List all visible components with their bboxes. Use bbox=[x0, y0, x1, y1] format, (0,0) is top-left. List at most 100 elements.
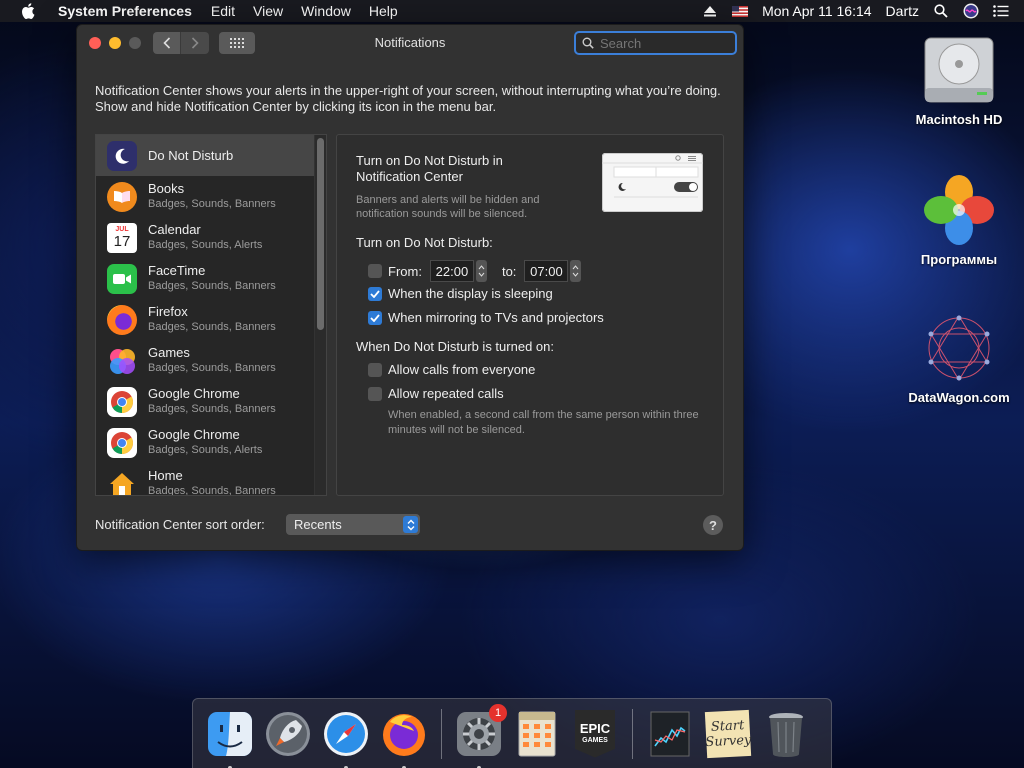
app-list[interactable]: Do Not Disturb Books Badges, Sounds, Ban… bbox=[95, 134, 327, 496]
epic-games-icon: EPIC GAMES bbox=[575, 709, 615, 758]
trash-icon bbox=[769, 712, 803, 757]
siri-icon[interactable] bbox=[962, 3, 980, 19]
menu-app-name[interactable]: System Preferences bbox=[48, 0, 202, 22]
dock-start-survey[interactable]: Start Survey bbox=[702, 708, 754, 760]
list-item-name: Calendar bbox=[148, 222, 201, 237]
repeated-calls-note: When enabled, a second call from the sam… bbox=[388, 409, 699, 436]
to-time-stepper[interactable] bbox=[570, 260, 582, 282]
list-item-name: Do Not Disturb bbox=[148, 147, 234, 163]
note-paper-icon: Start Survey bbox=[704, 709, 752, 758]
window-titlebar[interactable]: Notifications bbox=[77, 25, 743, 61]
dock-calculator-app[interactable] bbox=[511, 708, 563, 760]
dock-epic-games[interactable]: EPIC GAMES bbox=[569, 708, 621, 760]
books-icon bbox=[107, 181, 137, 212]
mirroring-label: When mirroring to TVs and projectors bbox=[388, 310, 604, 325]
dock-finder[interactable] bbox=[204, 708, 256, 768]
search-field[interactable] bbox=[574, 31, 737, 55]
to-time-field[interactable]: 07:00 bbox=[524, 260, 569, 282]
from-time-stepper[interactable] bbox=[475, 260, 487, 282]
display-sleeping-checkbox[interactable] bbox=[368, 286, 382, 301]
dock-stocks-document[interactable] bbox=[644, 708, 696, 760]
menu-user[interactable]: Dartz bbox=[879, 3, 926, 19]
list-item[interactable]: JUL 17 Calendar Badges, Sounds, Alerts bbox=[96, 217, 326, 258]
dock-launchpad[interactable] bbox=[262, 708, 314, 760]
list-item-subtitle: Badges, Sounds, Alerts bbox=[148, 444, 263, 456]
chevron-up-down-icon bbox=[403, 516, 418, 533]
dock-separator bbox=[441, 708, 442, 759]
list-item-name: Books bbox=[148, 181, 185, 196]
list-item-subtitle: Badges, Sounds, Banners bbox=[148, 198, 276, 210]
repeated-calls-checkbox[interactable] bbox=[368, 386, 382, 401]
dock-separator bbox=[632, 708, 633, 759]
menu-window[interactable]: Window bbox=[292, 0, 360, 22]
to-label: to: bbox=[501, 263, 517, 279]
allow-calls-row: Allow calls from everyone bbox=[368, 362, 535, 377]
games-icon bbox=[107, 346, 137, 376]
mirroring-checkbox[interactable] bbox=[368, 310, 382, 325]
launchpad-rocket-icon bbox=[266, 711, 310, 756]
list-item[interactable]: Home Badges, Sounds, Banners bbox=[96, 463, 326, 496]
list-item-name: FaceTime bbox=[148, 263, 206, 278]
from-time-field[interactable]: 22:00 bbox=[429, 260, 474, 282]
spotlight-search-icon[interactable] bbox=[932, 3, 950, 19]
list-item[interactable]: Games Badges, Sounds, Banners bbox=[96, 340, 326, 381]
sort-order-select[interactable]: Recents bbox=[286, 514, 420, 535]
desktop-icon-label: DataWagon.com bbox=[908, 390, 1010, 405]
when-on-label: When Do Not Disturb is turned on: bbox=[356, 339, 554, 354]
help-button[interactable]: ? bbox=[703, 515, 723, 535]
from-checkbox[interactable] bbox=[368, 264, 382, 278]
list-item[interactable]: Books Badges, Sounds, Banners bbox=[96, 176, 326, 217]
eject-icon[interactable] bbox=[701, 3, 719, 19]
menu-help[interactable]: Help bbox=[360, 0, 407, 22]
calendar-icon: JUL 17 bbox=[107, 222, 137, 253]
firefox-icon bbox=[107, 304, 137, 335]
list-item[interactable]: Firefox Badges, Sounds, Banners bbox=[96, 299, 326, 340]
list-item-name: Home bbox=[148, 468, 183, 483]
list-scroll-thumb[interactable] bbox=[317, 138, 324, 330]
list-item-subtitle: Badges, Sounds, Banners bbox=[148, 321, 276, 333]
allow-calls-checkbox[interactable] bbox=[368, 362, 382, 377]
display-sleeping-label: When the display is sleeping bbox=[388, 286, 553, 301]
desktop-icon-label: Macintosh HD bbox=[915, 112, 1003, 127]
list-item[interactable]: Google Chrome Badges, Sounds, Alerts bbox=[96, 422, 326, 463]
list-item-subtitle: Badges, Sounds, Alerts bbox=[148, 239, 263, 251]
schedule-row: From: 22:00 to: 07:00 bbox=[368, 260, 582, 282]
desktop-icon-label: Программы bbox=[920, 252, 998, 267]
desktop-icon-macintosh-hd[interactable]: Macintosh HD bbox=[904, 32, 1014, 127]
list-scrollbar[interactable] bbox=[314, 135, 326, 495]
firefox-icon bbox=[383, 713, 425, 756]
list-item-name: Firefox bbox=[148, 304, 188, 319]
list-item-name: Google Chrome bbox=[148, 427, 240, 442]
menu-view[interactable]: View bbox=[244, 0, 292, 22]
desktop-icon-programs[interactable]: Программы bbox=[904, 172, 1014, 267]
list-item[interactable]: FaceTime Badges, Sounds, Banners bbox=[96, 258, 326, 299]
dock-safari[interactable] bbox=[320, 708, 372, 768]
menu-edit[interactable]: Edit bbox=[202, 0, 244, 22]
dnd-heading: Turn on Do Not Disturb in Notification C… bbox=[356, 153, 503, 184]
search-input[interactable] bbox=[600, 35, 720, 51]
menu-clock[interactable]: Mon Apr 11 16:14 bbox=[755, 3, 878, 19]
notification-center-icon[interactable] bbox=[992, 3, 1010, 19]
dock-system-preferences[interactable]: 1 bbox=[453, 703, 507, 768]
survey-line-2: Survey bbox=[705, 732, 752, 750]
checkmark-icon bbox=[370, 313, 380, 322]
dock-trash[interactable] bbox=[760, 708, 812, 760]
home-icon bbox=[107, 469, 137, 496]
do-not-disturb-panel: Turn on Do Not Disturb in Notification C… bbox=[336, 134, 724, 496]
clover-app-icon bbox=[921, 172, 997, 248]
notifications-window: Notifications Notification Center shows … bbox=[76, 24, 744, 551]
dnd-description: Banners and alerts will be hidden and no… bbox=[356, 194, 540, 220]
list-item-subtitle: Badges, Sounds, Banners bbox=[148, 403, 276, 415]
display-sleeping-row: When the display is sleeping bbox=[368, 286, 553, 301]
us-flag-input-icon[interactable] bbox=[731, 3, 749, 19]
list-item-name: Google Chrome bbox=[148, 386, 240, 401]
chrome-icon bbox=[107, 427, 137, 458]
list-item[interactable]: Google Chrome Badges, Sounds, Banners bbox=[96, 381, 326, 422]
apple-menu-icon[interactable] bbox=[20, 3, 36, 19]
dock-firefox[interactable] bbox=[378, 708, 430, 768]
dock: 1 EPIC GAMES Start Survey bbox=[192, 698, 832, 768]
spreadsheet-icon bbox=[518, 711, 556, 756]
search-icon bbox=[582, 37, 594, 49]
desktop-icon-datawagon[interactable]: DataWagon.com bbox=[904, 310, 1014, 405]
list-item-do-not-disturb[interactable]: Do Not Disturb bbox=[96, 135, 326, 176]
